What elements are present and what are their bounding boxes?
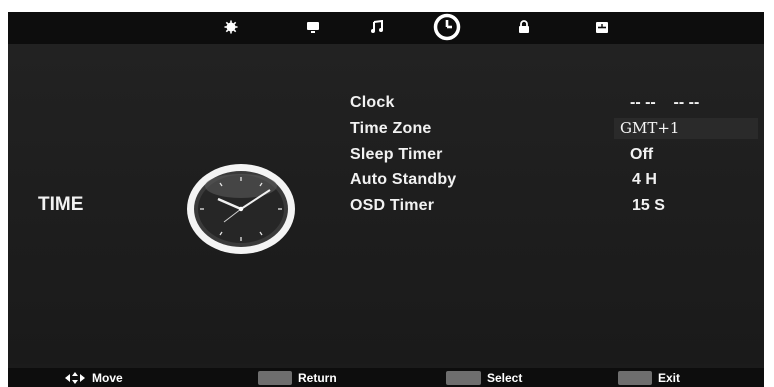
exit-key-icon [618, 370, 652, 385]
sleep-timer-value: Off [630, 146, 654, 163]
setup-icon[interactable] [590, 16, 614, 38]
hint-exit: Exit [618, 368, 680, 387]
hint-move: Move [60, 368, 123, 387]
ok-key-icon [446, 370, 481, 385]
picture-icon[interactable] [219, 16, 243, 38]
hint-select-label: Select [487, 370, 523, 385]
menu-item-sleep-timer-label[interactable]: Sleep Timer [350, 146, 443, 164]
music-note-icon[interactable] [365, 16, 389, 38]
clock-value: -- -- -- -- [630, 94, 700, 111]
section-title: TIME [38, 194, 84, 215]
menu-item-osd-timer-label[interactable]: OSD Timer [350, 197, 434, 215]
menu-item-clock-label[interactable]: Clock [350, 94, 395, 112]
hint-return: Return [258, 368, 337, 387]
menu-key-icon [258, 370, 292, 385]
hint-select: Select [446, 368, 522, 387]
tv-osd-screen: TIME Clock Time Zone Sleep Timer Auto St… [8, 12, 764, 387]
hint-bar: Move Return Select Exit [8, 368, 764, 387]
osd-timer-value: 15 S [632, 197, 665, 214]
hint-exit-label: Exit [658, 370, 681, 385]
hint-return-label: Return [298, 370, 337, 385]
tab-bar [8, 12, 764, 44]
time-zone-value: GMT+1 [620, 119, 680, 137]
screen-icon[interactable] [301, 16, 325, 38]
lock-icon[interactable] [512, 16, 536, 38]
clock-illustration [184, 162, 299, 256]
move-arrows-icon [65, 371, 85, 384]
menu-item-auto-standby-label[interactable]: Auto Standby [350, 171, 456, 189]
hint-move-label: Move [92, 370, 123, 385]
clock-icon[interactable] [430, 12, 464, 42]
menu-item-time-zone-label[interactable]: Time Zone [350, 120, 432, 138]
auto-standby-value: 4 H [632, 171, 657, 188]
